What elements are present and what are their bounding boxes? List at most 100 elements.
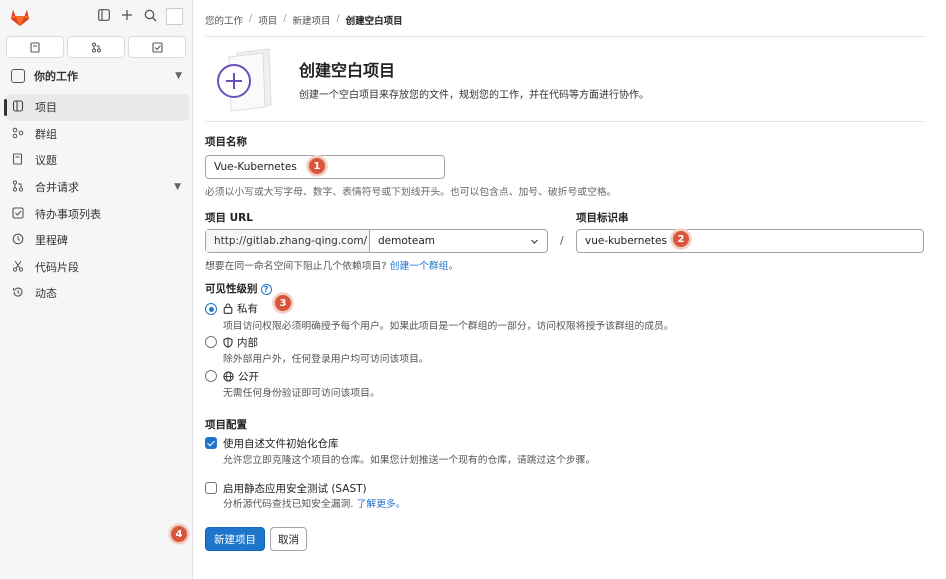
visibility-label: 可见性级别? [205, 281, 272, 296]
briefcase-icon [11, 69, 25, 83]
issues-icon [11, 153, 25, 167]
new-project-illustration [217, 48, 272, 111]
breadcrumb-current[interactable]: 创建空白项目 [346, 13, 403, 27]
url-slash: / [560, 234, 564, 247]
issues-icon [29, 41, 40, 53]
search-icon[interactable] [142, 9, 158, 25]
globe-icon [223, 371, 234, 382]
merge-request-icon [11, 180, 25, 194]
namespace-value: demoteam [378, 235, 436, 247]
sidebar-item-issues[interactable]: 议题 [6, 147, 189, 174]
todo-tab[interactable] [128, 36, 186, 58]
project-slug-value: vue-kubernetes [585, 235, 667, 247]
question-icon[interactable]: ? [260, 284, 272, 295]
page-title: 创建空白项目 [299, 61, 396, 80]
create-project-button[interactable]: 新建项目 [205, 527, 265, 551]
sidebar-toggle-icon[interactable] [96, 9, 112, 25]
visibility-private-text: 私有 [237, 303, 258, 315]
breadcrumb-separator: / [283, 13, 287, 24]
breadcrumb-new-project[interactable]: 新建项目 [292, 13, 330, 27]
todo-icon [151, 41, 163, 53]
breadcrumb-divider [205, 36, 924, 37]
todo-icon [11, 207, 25, 221]
sidebar-item-groups[interactable]: 群组 [6, 121, 189, 148]
sidebar-item-snippets[interactable]: 代码片段 [6, 254, 189, 281]
sidebar-item-label: 动态 [35, 287, 57, 301]
shield-icon [223, 337, 233, 348]
plus-icon[interactable] [119, 9, 135, 25]
project-icon [11, 100, 25, 114]
avatar[interactable] [166, 8, 183, 25]
project-url-group: http://gitlab.zhang-qing.com/ demoteam [205, 229, 548, 253]
breadcrumb-projects[interactable]: 项目 [258, 13, 277, 27]
merge-requests-tab[interactable] [67, 36, 125, 58]
breadcrumb-your-work[interactable]: 您的工作 [205, 13, 243, 27]
project-url-label: 项目 URL [205, 212, 253, 224]
project-slug-label: 项目标识串 [576, 212, 629, 224]
sidebar-item-label: 群组 [35, 127, 57, 141]
step-badge-3: 3 [273, 293, 293, 313]
sidebar-item-label: 合并请求 [35, 181, 79, 195]
snippet-icon [11, 260, 25, 274]
project-name-help: 必须以小写或大写字母、数字、表情符号或下划线开头。也可以包含点、加号、破折号或空… [205, 187, 617, 198]
your-work-section[interactable]: 你的工作 ▼ [6, 66, 188, 86]
sidebar-item-label: 代码片段 [35, 260, 79, 274]
visibility-internal-text: 内部 [237, 337, 258, 349]
visibility-internal-radio[interactable] [205, 336, 217, 348]
sidebar-item-projects[interactable]: 项目 [4, 94, 189, 121]
sidebar-item-label: 里程碑 [35, 234, 68, 248]
group-hint: 想要在同一命名空间下阻止几个依赖项目? 创建一个群组。 [205, 258, 458, 272]
breadcrumb-separator: / [336, 13, 340, 24]
sidebar: 你的工作 ▼ 项目 群组 议题 合并请求 ▼ 待办事项列表 里程碑 代码片段 动… [0, 0, 193, 579]
section-title: 你的工作 [34, 70, 78, 83]
group-hint-text: 想要在同一命名空间下阻止几个依赖项目? [205, 261, 387, 272]
create-group-link[interactable]: 创建一个群组。 [390, 261, 459, 272]
step-badge-4: 4 [169, 524, 189, 544]
breadcrumb: 您的工作 / 项目 / 新建项目 / 创建空白项目 [205, 13, 403, 27]
sast-label[interactable]: 启用静态应用安全测试 (SAST) [223, 481, 367, 496]
sidebar-item-label: 项目 [35, 101, 57, 115]
readme-label[interactable]: 使用自述文件初始化仓库 [223, 436, 339, 451]
visibility-public-label[interactable]: 公开 [223, 369, 259, 384]
sidebar-nav: 项目 群组 议题 合并请求 ▼ 待办事项列表 里程碑 代码片段 动态 [4, 94, 189, 307]
sidebar-quick-tabs [6, 36, 186, 58]
step-badge-2: 2 [671, 229, 691, 249]
clock-icon [11, 233, 25, 247]
namespace-select[interactable]: demoteam [370, 230, 547, 252]
sast-desc: 分析源代码查找已知安全漏洞. 了解更多。 [223, 496, 406, 510]
step-badge-1: 1 [307, 156, 327, 176]
readme-desc: 允许您立即克隆这个项目的仓库。如果您计划推送一个现有的仓库，请跳过这个步骤。 [223, 455, 596, 466]
visibility-internal-label[interactable]: 内部 [223, 335, 258, 350]
visibility-public-desc: 无需任何身份验证即可访问该项目。 [223, 388, 380, 399]
chevron-down-icon: ▼ [175, 71, 182, 81]
issues-tab[interactable] [6, 36, 64, 58]
project-name-label: 项目名称 [205, 136, 247, 148]
sidebar-item-merge-requests[interactable]: 合并请求 ▼ [6, 174, 189, 201]
visibility-public-radio[interactable] [205, 370, 217, 382]
sidebar-item-milestones[interactable]: 里程碑 [6, 227, 189, 254]
project-name-value: Vue-Kubernetes [214, 161, 297, 173]
sidebar-topbar [0, 0, 192, 34]
sidebar-item-label: 议题 [35, 154, 57, 168]
group-icon [11, 127, 25, 141]
gitlab-logo-icon[interactable] [9, 6, 31, 28]
project-config-label: 项目配置 [205, 419, 247, 431]
visibility-private-label[interactable]: 私有 [223, 301, 258, 316]
readme-checkbox[interactable] [205, 437, 217, 449]
header-divider [205, 121, 924, 122]
sidebar-item-activity[interactable]: 动态 [6, 280, 189, 307]
main-content: 您的工作 / 项目 / 新建项目 / 创建空白项目 创建空白项目 创建一个空白项… [169, 0, 946, 579]
visibility-private-radio[interactable] [205, 303, 217, 315]
sast-checkbox[interactable] [205, 482, 217, 494]
url-prefix: http://gitlab.zhang-qing.com/ [206, 230, 370, 252]
breadcrumb-separator: / [249, 13, 253, 24]
history-icon [11, 286, 25, 300]
sidebar-item-todos[interactable]: 待办事项列表 [6, 200, 189, 227]
learn-more-link[interactable]: 了解更多。 [357, 499, 406, 510]
cancel-button[interactable]: 取消 [270, 527, 307, 551]
sast-desc-text: 分析源代码查找已知安全漏洞. [223, 499, 354, 510]
chevron-down-icon [531, 239, 538, 244]
lock-icon [223, 303, 233, 314]
visibility-internal-desc: 除外部用户外，任何登录用户均可访问该项目。 [223, 354, 429, 365]
project-slug-input[interactable]: vue-kubernetes [576, 229, 924, 253]
